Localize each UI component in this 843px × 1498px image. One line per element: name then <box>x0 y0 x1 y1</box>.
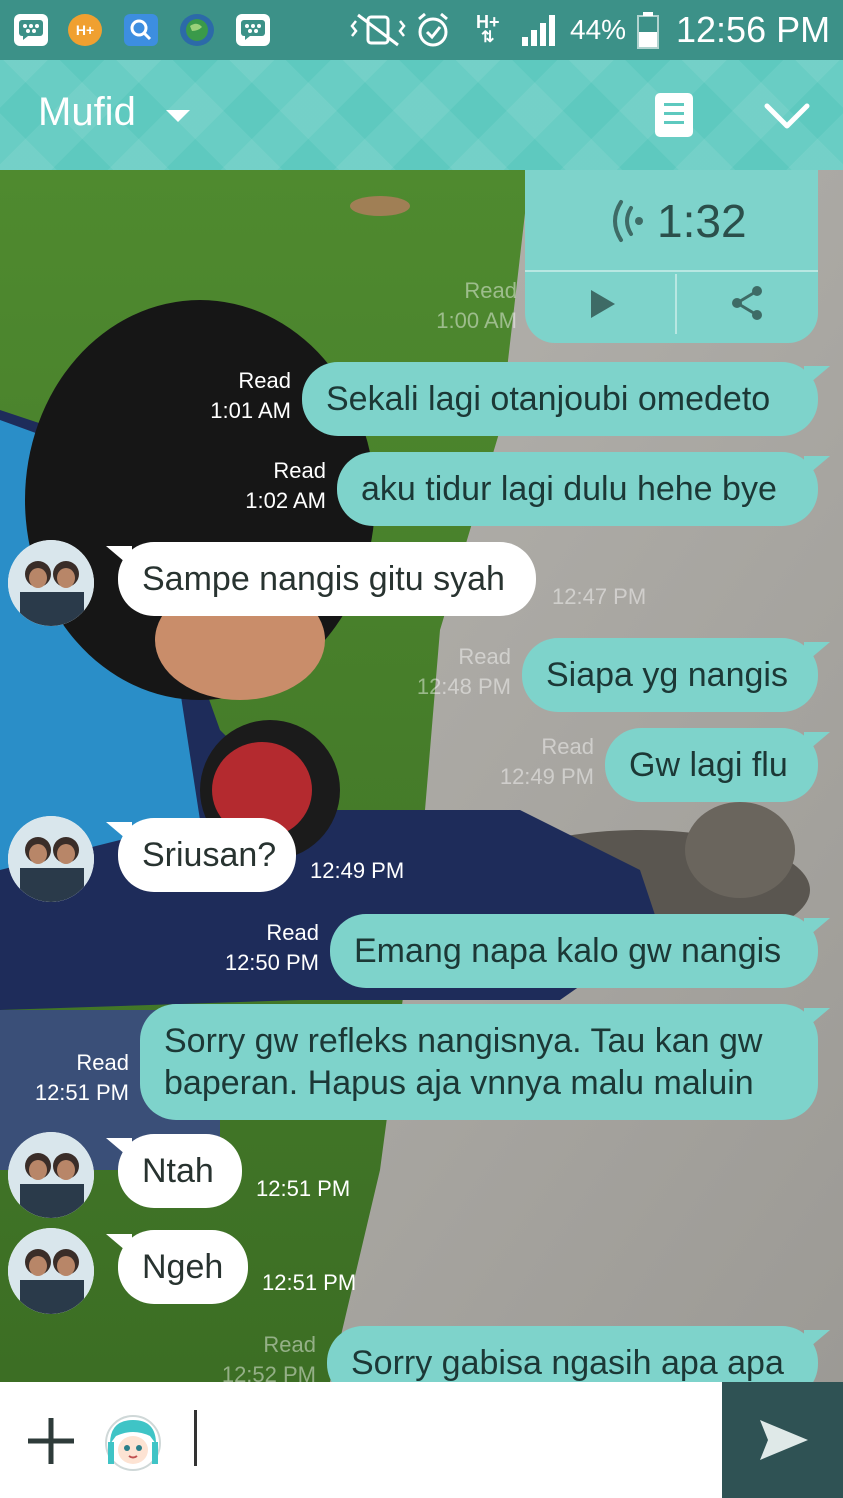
chevron-down-icon <box>764 103 810 129</box>
avatar[interactable] <box>8 1132 94 1218</box>
message-meta: Read 12:51 PM <box>35 1048 129 1108</box>
outgoing-message[interactable]: Sorry gabisa ngasih apa apa <box>327 1326 818 1382</box>
audio-wave-icon <box>613 200 643 242</box>
sticker-icon <box>105 1415 161 1471</box>
message-time: 1:00 AM <box>436 308 517 333</box>
outgoing-message[interactable]: Gw lagi flu <box>605 728 818 802</box>
message-meta: Read 1:00 AM <box>436 276 517 336</box>
message-time: 1:02 AM <box>245 488 326 513</box>
avatar[interactable] <box>8 540 94 626</box>
search-app-icon <box>124 14 158 46</box>
bbm-icon <box>236 14 270 46</box>
avatar[interactable] <box>8 816 94 902</box>
message-text: Emang napa kalo gw nangis <box>354 932 782 970</box>
message-input[interactable] <box>206 1404 706 1474</box>
message-text: Gw lagi flu <box>629 746 788 784</box>
message-time: 12:51 PM <box>262 1270 357 1295</box>
play-button[interactable] <box>525 272 675 343</box>
message-time: 1:01 AM <box>210 398 291 423</box>
plus-icon <box>28 1418 74 1464</box>
alarm-icon <box>414 0 452 60</box>
clock: 12:56 PM <box>676 9 831 50</box>
play-icon <box>591 290 615 318</box>
message-text: Sekali lagi otanjoubi omedeto <box>326 380 771 418</box>
message-time: 12:50 PM <box>224 950 319 975</box>
send-button[interactable] <box>722 1382 843 1498</box>
voice-message: 1:32 <box>525 170 818 343</box>
message-time: 12:48 PM <box>416 674 511 699</box>
collapse-button[interactable] <box>762 98 812 134</box>
message-meta: Read 12:49 PM <box>500 732 594 792</box>
message-time: 12:47 PM <box>552 584 647 609</box>
incoming-message[interactable]: Ngeh <box>118 1230 248 1304</box>
attach-button[interactable] <box>26 1416 76 1466</box>
message-meta: Read 1:02 AM <box>245 456 326 516</box>
message-time: 12:49 PM <box>310 858 405 883</box>
outgoing-message[interactable]: Sorry gw refleks nangisnya. Tau kan gw b… <box>140 1004 818 1120</box>
sticker-button[interactable] <box>104 1414 162 1472</box>
message-text: Siapa yg nangis <box>546 656 788 694</box>
share-button[interactable] <box>677 272 818 343</box>
send-icon <box>760 1420 808 1460</box>
voice-message-body[interactable]: 1:32 <box>525 170 818 270</box>
chevron-down-icon[interactable] <box>166 110 190 122</box>
message-meta: Read 12:48 PM <box>417 642 511 702</box>
message-input-bar <box>0 1382 843 1498</box>
incoming-message[interactable]: Ntah <box>118 1134 242 1208</box>
outgoing-message[interactable]: Sekali lagi otanjoubi omedeto <box>302 362 818 436</box>
network-type-indicator: H+ ⇅ <box>476 12 500 46</box>
incoming-message[interactable]: Sriusan? <box>118 818 296 892</box>
message-text-line: Sorry gw refleks nangisnya. Tau kan gw <box>164 1022 763 1060</box>
bbm-icon <box>14 14 48 46</box>
battery-percent: 44% <box>570 14 627 45</box>
read-receipt: Read <box>458 644 511 669</box>
chat-header: Mufid <box>0 60 843 170</box>
signal-icon <box>520 0 560 60</box>
outgoing-message[interactable]: Emang napa kalo gw nangis <box>330 914 818 988</box>
vibrate-mute-icon <box>350 0 406 60</box>
network-type-label: H+ <box>476 12 500 32</box>
incoming-message[interactable]: Sampe nangis gitu syah <box>118 542 536 616</box>
message-time: 12:49 PM <box>499 764 594 789</box>
message-meta: Read 12:50 PM <box>225 918 319 978</box>
share-icon <box>732 286 762 320</box>
voice-duration: 1:32 <box>657 195 747 247</box>
message-text: Ngeh <box>142 1248 224 1286</box>
message-time: 12:52 PM <box>221 1362 316 1382</box>
message-text-line: baperan. Hapus aja vnnya malu maluin <box>164 1064 754 1102</box>
message-text: Ntah <box>142 1152 214 1190</box>
status-bar: H+ H+ ⇅ 44% 12:56 PM <box>0 0 843 60</box>
read-receipt: Read <box>263 1332 316 1357</box>
read-receipt: Read <box>76 1050 129 1075</box>
contact-name[interactable]: Mufid <box>38 90 136 135</box>
message-meta: Read 1:01 AM <box>210 366 291 426</box>
globe-icon <box>180 14 214 46</box>
message-text: Sorry gabisa ngasih apa apa <box>351 1344 784 1382</box>
message-time: 12:51 PM <box>256 1176 351 1201</box>
read-receipt: Read <box>273 458 326 483</box>
message-text: aku tidur lagi dulu hehe bye <box>361 470 777 508</box>
message-text: Sriusan? <box>142 836 277 874</box>
read-receipt: Read <box>266 920 319 945</box>
notes-button[interactable] <box>655 93 693 137</box>
read-receipt: Read <box>238 368 291 393</box>
battery-icon <box>636 0 660 60</box>
read-receipt: Read <box>464 278 517 303</box>
outgoing-message[interactable]: aku tidur lagi dulu hehe bye <box>337 452 818 526</box>
hplus-app-icon: H+ <box>68 14 102 46</box>
read-receipt: Read <box>541 734 594 759</box>
chat-area[interactable]: 1:32 Read 1:00 AM Sekali lagi otanjoubi … <box>0 170 843 1382</box>
text-cursor <box>194 1410 197 1466</box>
message-text: Sampe nangis gitu syah <box>142 560 505 598</box>
message-time: 12:51 PM <box>34 1080 129 1105</box>
avatar[interactable] <box>8 1228 94 1314</box>
outgoing-message[interactable]: Siapa yg nangis <box>522 638 818 712</box>
message-meta: Read 12:52 PM <box>222 1330 316 1382</box>
